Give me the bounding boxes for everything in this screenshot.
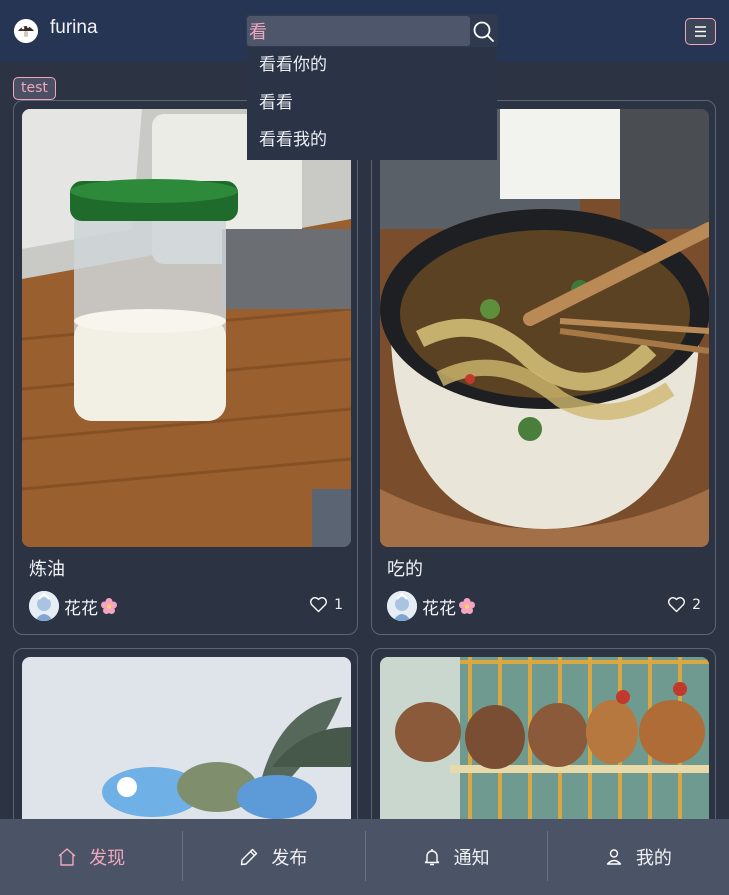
- nav-notifications[interactable]: 通知: [364, 819, 547, 895]
- heart-icon: [310, 597, 328, 613]
- nav-publish[interactable]: 发布: [182, 819, 364, 895]
- home-icon: [57, 847, 77, 867]
- nav-label: 发布: [271, 848, 308, 869]
- post-card[interactable]: [371, 648, 716, 848]
- app-logo[interactable]: [14, 19, 38, 43]
- post-image[interactable]: [22, 109, 351, 547]
- nav-label: 通知: [453, 848, 490, 869]
- menu-button[interactable]: [685, 18, 716, 45]
- search-input[interactable]: [247, 16, 470, 46]
- nav-label: 我的: [635, 848, 672, 869]
- post-author[interactable]: 花花: [387, 591, 476, 621]
- search-button[interactable]: [472, 18, 496, 44]
- search-suggestions: 看看你的 看看 看看我的: [247, 47, 497, 160]
- pot-photo: [380, 109, 709, 547]
- author-name: 花花: [422, 598, 456, 619]
- tag-badge[interactable]: test: [13, 77, 56, 100]
- user-icon: [604, 847, 624, 867]
- flower-icon: [101, 598, 117, 614]
- bell-icon: [422, 847, 442, 867]
- like-button[interactable]: 1: [309, 596, 343, 613]
- search-bar: [246, 14, 498, 48]
- avatar: [29, 591, 59, 621]
- avatar-image: [29, 591, 59, 621]
- post-title: 炼油: [29, 559, 65, 580]
- heart-icon: [668, 597, 686, 613]
- like-count: 1: [334, 596, 343, 613]
- nav-label: 发现: [89, 848, 126, 869]
- suggestion-item[interactable]: 看看你的: [247, 47, 497, 85]
- suggestion-item[interactable]: 看看我的: [247, 122, 497, 159]
- like-count: 2: [692, 596, 701, 613]
- bottom-nav: 发现 发布 通知 我的: [0, 819, 729, 895]
- post-title: 吃的: [387, 559, 423, 580]
- search-icon: [473, 21, 494, 42]
- post-card[interactable]: [13, 648, 358, 848]
- post-card[interactable]: 炼油 花花 1: [13, 100, 358, 635]
- post-card[interactable]: 吃的 花花 2: [371, 100, 716, 635]
- suggestion-item[interactable]: 看看: [247, 85, 497, 122]
- mushroom-logo-icon: [14, 19, 38, 43]
- app-name: furina: [50, 17, 98, 38]
- like-button[interactable]: 2: [667, 596, 701, 613]
- author-name: 花花: [64, 598, 98, 619]
- hamburger-icon: [695, 26, 706, 37]
- pencil-icon: [239, 847, 259, 867]
- flower-icon: [459, 598, 475, 614]
- avatar-image: [387, 591, 417, 621]
- post-author[interactable]: 花花: [29, 591, 118, 621]
- avatar: [387, 591, 417, 621]
- jar-photo: [22, 109, 351, 547]
- nav-profile[interactable]: 我的: [546, 819, 729, 895]
- post-image[interactable]: [380, 109, 709, 547]
- nav-discover[interactable]: 发现: [0, 819, 182, 895]
